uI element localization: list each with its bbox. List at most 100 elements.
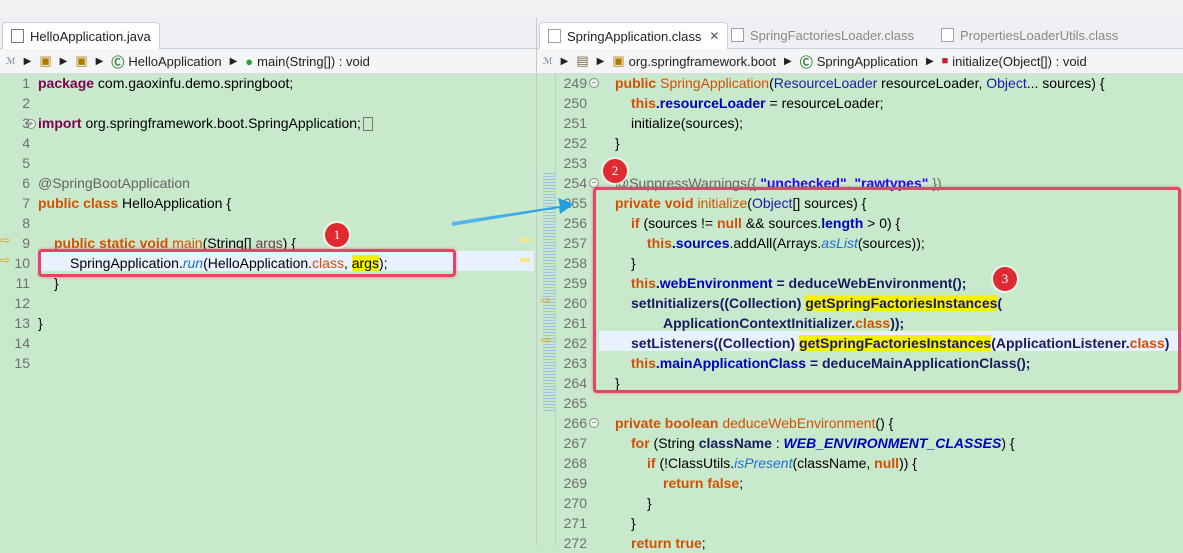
method-icon: ● [245,53,254,69]
chevron-right-icon: ▶ [784,55,792,67]
line-number: 267 [563,435,587,451]
overview-marker [520,258,530,262]
line-number: 266 [563,415,587,431]
line-number: 5 [22,155,30,171]
line-number: 269 [563,475,587,491]
code-text: } [38,315,43,331]
code-text: )) { [899,455,917,471]
package-icon: ▣ [39,53,52,68]
annotation-badge-1: 1 [325,223,349,247]
left-code-lines: 1 package com.gaoxinfu.demo.springboot; 2… [0,73,536,373]
right-code-area[interactable]: ⇨ ⇨ 249− public SpringApplication(Resourc… [537,73,1183,551]
code-line: 3 import org.springframework.boot.SpringA… [0,113,536,133]
java-file-icon [11,29,24,43]
code-text: com.gaoxinfu.demo.springboot; [94,75,294,91]
line-number: 263 [563,355,587,371]
code-line: 2 [0,93,536,113]
code-line: 4 [0,133,536,153]
code-line: 8 [0,213,536,233]
code-text: ; [739,475,744,491]
code-line: 253 [537,153,1183,173]
code-text: resourceLoader, [877,75,987,91]
keyword: this [631,95,656,111]
right-tab-bar: SpringApplication.class ✕ SpringFactorie… [537,18,1183,49]
class-icon: Ⓒ [799,54,813,70]
type-name: ResourceLoader [773,75,878,91]
code-text: initialize(sources); [631,115,744,131]
left-breadcrumb: ℳ ▶ ▣ ▶ ▣ ▶ Ⓒ HelloApplication ▶ ● main(… [0,49,536,74]
source-folder-icon: ℳ [543,55,553,66]
close-icon[interactable]: ✕ [709,29,719,43]
annotation-text: @SpringBootApplication [38,175,190,191]
tab-propertiesloaderutils-class[interactable]: PropertiesLoaderUtils.class [933,22,1126,48]
fold-collapse-icon[interactable]: − [589,418,599,428]
line-number: 271 [563,515,587,531]
line-number: 270 [563,495,587,511]
code-line: 249− public SpringApplication(ResourceLoa… [537,73,1183,93]
code-line: 15 [0,353,536,373]
line-number: 262 [563,335,587,351]
tab-label: HelloApplication.java [30,28,151,44]
line-number: 15 [14,355,30,371]
chevron-right-icon: ▶ [229,55,238,67]
code-line: 12 [0,293,536,313]
code-text: () { [875,415,894,431]
line-number: 265 [563,395,587,411]
code-line: 14 [0,333,536,353]
keyword: public [615,75,657,91]
left-code-area[interactable]: ⇨ ⇨ + 1 package com.gaoxinfu.demo.springb… [0,73,536,546]
tab-springapplication-class[interactable]: SpringApplication.class ✕ [539,22,729,49]
code-line: 265 [537,393,1183,413]
breadcrumb-package[interactable]: org.springframework.boot [629,54,776,69]
code-text: } [615,135,620,151]
keyword: public class [38,195,119,211]
keyword: null [874,455,900,471]
code-text: ... sources) { [1026,75,1105,91]
code-text: = resourceLoader; [765,95,884,111]
chevron-right-icon: ▶ [925,55,934,67]
chevron-right-icon: ▶ [560,55,569,67]
breadcrumb-class[interactable]: HelloApplication [128,54,221,69]
class-icon: Ⓒ [111,54,125,70]
line-number: 12 [14,295,30,311]
source-folder-icon: ℳ [6,55,16,66]
chevron-right-icon: ▶ [95,55,104,67]
line-number: 268 [563,455,587,471]
keyword: for [631,435,650,451]
variable-name: className [698,435,772,451]
line-number: 272 [563,535,587,551]
code-line: 267 for (String className : WEB_ENVIRONME… [537,433,1183,453]
code-line: 271} [537,513,1183,533]
tab-label: PropertiesLoaderUtils.class [960,27,1119,43]
class-file-icon [941,28,954,42]
tab-springfactoriesloader-class[interactable]: SpringFactoriesLoader.class [723,22,922,48]
line-number: 261 [563,315,587,331]
breadcrumb-method[interactable]: main(String[]) : void [257,54,370,69]
previous-window-strip [0,0,1183,19]
right-breadcrumb: ℳ ▶ ▤ ▶ ▣ org.springframework.boot ▶ Ⓒ S… [537,49,1183,74]
line-number: 2 [22,95,30,111]
tab-helloapplication-java[interactable]: HelloApplication.java [2,22,160,49]
field-name: .resourceLoader [655,95,766,111]
breadcrumb-method[interactable]: initialize(Object[]) : void [952,54,1086,69]
line-number: 251 [563,115,587,131]
fold-collapse-icon[interactable]: − [589,78,599,88]
keyword: return true [631,535,702,551]
class-file-icon [731,28,744,42]
line-number: 255 [563,195,587,211]
left-tab-bar: HelloApplication.java [0,18,536,49]
code-line: 269 return false; [537,473,1183,493]
breadcrumb-class[interactable]: SpringApplication [817,54,918,69]
method-name: SpringApplication [656,75,770,91]
code-text: (!ClassUtils. [655,455,735,471]
line-number: 9 [22,235,30,251]
package-icon: ▣ [612,53,625,68]
code-line: 1 package com.gaoxinfu.demo.springboot; [0,73,536,93]
code-line: 270} [537,493,1183,513]
chevron-right-icon: ▶ [59,55,68,67]
right-editor-panel: SpringApplication.class ✕ SpringFactorie… [537,18,1183,551]
folded-content-icon[interactable] [362,117,373,132]
code-line: 13} [0,313,536,333]
keyword: import [38,115,82,131]
annotation-box-1 [38,249,456,277]
